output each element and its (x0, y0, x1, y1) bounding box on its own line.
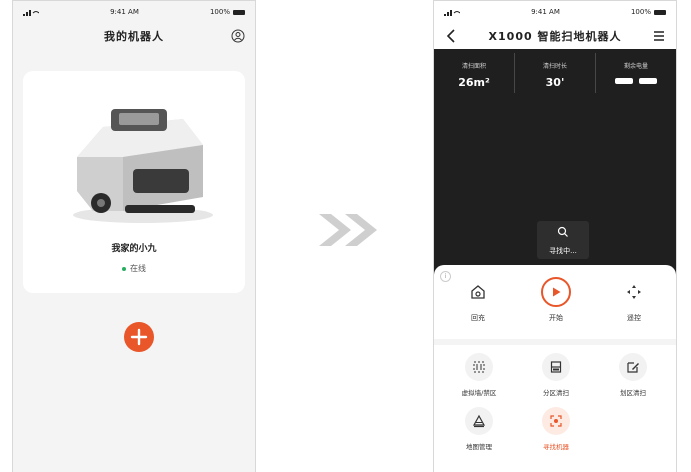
map-manage-button[interactable]: 地图管理 (444, 407, 514, 451)
battery-icon (653, 9, 666, 15)
remote-control-button[interactable]: 遥控 (604, 277, 664, 323)
nav-bar: 我的机器人 (13, 23, 255, 49)
page-title: X1000 智能扫地机器人 (488, 30, 622, 43)
stats-bar: 清扫面积 26m² 清扫时长 30' 剩余电量 (434, 53, 676, 93)
user-profile-icon[interactable] (229, 27, 247, 45)
back-icon[interactable] (442, 27, 460, 45)
locate-robot-icon (542, 407, 570, 435)
locating-tooltip: 寻找中... (537, 221, 589, 259)
stat-label: 剩余电量 (623, 63, 648, 70)
zone-clean-button[interactable]: 分区清扫 (521, 353, 591, 397)
remote-label: 遥控 (627, 314, 641, 322)
robot-status-text: 在线 (130, 264, 146, 273)
status-bar: 9:41 AM 100% (434, 1, 676, 23)
map-manage-icon (465, 407, 493, 435)
recharge-button[interactable]: 回充 (448, 277, 508, 323)
virtual-wall-button[interactable]: 虚拟墙/禁区 (444, 353, 514, 397)
start-label: 开始 (549, 314, 563, 322)
feature-label: 虚拟墙/禁区 (461, 389, 497, 397)
stat-clean-time: 清扫时长 30' (514, 53, 595, 93)
stat-label: 清扫面积 (461, 63, 486, 70)
feature-grid: 虚拟墙/禁区 分区清扫 划区清扫 地图管理 寻找机器 (434, 345, 676, 472)
map-area[interactable]: 清扫面积 26m² 清扫时长 30' 剩余电量 寻找中... (434, 49, 676, 275)
tooltip-text: 寻找中... (549, 247, 577, 255)
page-title: 我的机器人 (104, 30, 164, 43)
stat-value: 30' (545, 76, 565, 89)
stat-battery: 剩余电量 (595, 53, 676, 93)
recharge-label: 回充 (471, 314, 485, 322)
locate-robot-button[interactable]: 寻找机器 (521, 407, 591, 451)
menu-icon[interactable] (650, 27, 668, 45)
area-clean-button[interactable]: 划区清扫 (598, 353, 668, 397)
robot-image (73, 109, 213, 223)
home-icon (463, 277, 493, 307)
battery-percent: 100% (630, 8, 651, 16)
status-bar: 9:41 AM 100% (13, 1, 255, 23)
feature-label: 寻找机器 (543, 443, 569, 451)
plus-icon (130, 328, 148, 346)
stat-value: 26m² (458, 76, 490, 89)
add-robot-button[interactable] (124, 322, 154, 352)
feature-label: 地图管理 (466, 443, 492, 451)
stat-clean-area: 清扫面积 26m² (434, 53, 514, 93)
status-time: 9:41 AM (110, 8, 139, 16)
online-dot-icon (122, 266, 126, 271)
stat-label: 清扫时长 (542, 63, 567, 70)
signal-icon (23, 9, 39, 16)
edit-area-icon (619, 353, 647, 381)
feature-label: 划区清扫 (620, 389, 646, 397)
signal-icon (444, 9, 460, 16)
start-button[interactable]: 开始 (526, 277, 586, 323)
battery-level-icon (596, 78, 676, 84)
robot-list-screen: 9:41 AM 100% 我的机器人 我家的小九 在线 (12, 0, 256, 472)
play-icon (541, 277, 571, 307)
robot-status: 在线 (23, 263, 245, 274)
nav-bar: X1000 智能扫地机器人 (434, 23, 676, 49)
status-time: 9:41 AM (531, 8, 560, 16)
battery-percent: 100% (209, 8, 230, 16)
search-icon (557, 226, 568, 237)
robot-control-screen: 9:41 AM 100% X1000 智能扫地机器人 清扫面积 26m² 清扫时… (433, 0, 677, 472)
robot-card[interactable]: 我家的小九 在线 (23, 71, 245, 293)
battery-icon (232, 9, 245, 15)
zone-clean-icon (542, 353, 570, 381)
control-panel: i 回充 开始 遥控 虚拟墙/禁区 分区清扫 划区清扫 地图管理 寻找机器 (434, 265, 676, 472)
feature-label: 分区清扫 (543, 389, 569, 397)
virtual-wall-icon (465, 353, 493, 381)
double-chevron-right-icon (319, 214, 377, 246)
dpad-icon (619, 277, 649, 307)
robot-name: 我家的小九 (111, 244, 157, 254)
